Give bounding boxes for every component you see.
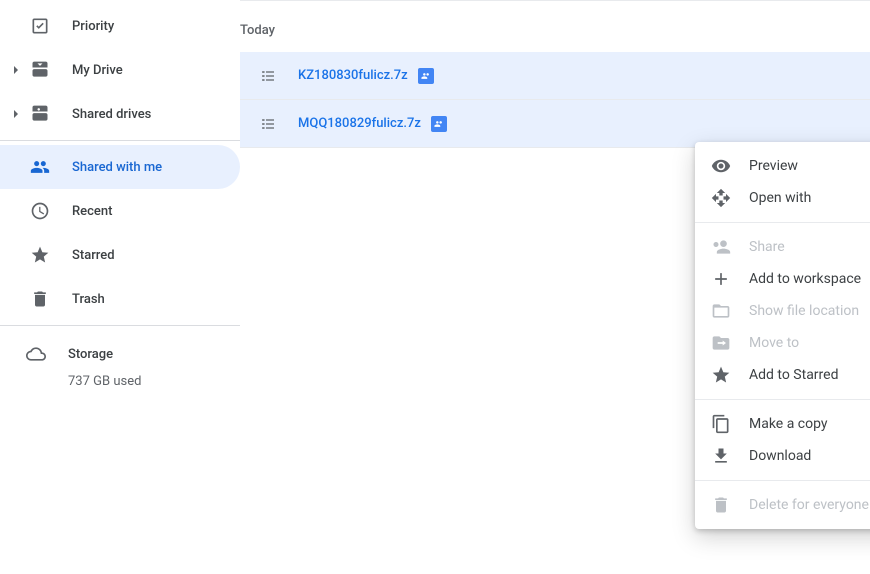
sidebar-item-label: Priority [72,19,114,34]
expand-arrow-icon[interactable] [8,66,24,74]
recent-icon [28,199,52,223]
ctx-download[interactable]: Download [695,440,870,472]
sidebar-item-label: Starred [72,248,115,263]
file-row[interactable]: KZ180830fulicz.7z [240,52,870,100]
share-icon [711,237,731,257]
sidebar-item-trash[interactable]: Trash [0,277,240,321]
ctx-label: Open with [749,190,870,206]
priority-icon [28,14,52,38]
ctx-delete-for-everyone: Delete for everyone [695,489,870,521]
file-name: MQQ180829fulicz.7z [298,116,421,131]
ctx-move-to: Move to [695,327,870,359]
sidebar-item-shared-drives[interactable]: Shared drives [0,92,240,136]
sidebar-item-label: Shared drives [72,107,151,122]
ctx-open-with[interactable]: Open with [695,182,870,214]
ctx-label: Download [749,448,870,464]
folder-icon [711,301,731,321]
open-with-icon [711,188,731,208]
file-name: KZ180830fulicz.7z [298,68,408,83]
move-to-icon [711,333,731,353]
my-drive-icon [28,58,52,82]
file-list: KZ180830fulicz.7z MQQ180829fulicz.7z [240,52,870,148]
ctx-label: Share [749,239,870,255]
sidebar: Priority My Drive Shared drives [0,0,240,574]
ctx-label: Delete for everyone [749,497,870,513]
cloud-icon [24,342,48,366]
sidebar-item-label: My Drive [72,63,123,78]
eye-icon [711,156,731,176]
storage-title: Storage [68,347,113,362]
sidebar-item-recent[interactable]: Recent [0,189,240,233]
plus-icon [711,269,731,289]
sidebar-item-starred[interactable]: Starred [0,233,240,277]
ctx-show-file-location: Show file location [695,295,870,327]
sidebar-item-label: Shared with me [72,160,162,175]
ctx-separator [695,480,870,481]
star-icon [711,365,731,385]
sidebar-item-shared-with-me[interactable]: Shared with me [0,145,240,189]
main-content: Today KZ180830fulicz.7z MQQ180829fulicz.… [240,0,870,574]
ctx-label: Preview [749,158,870,174]
app-root: Priority My Drive Shared drives [0,0,870,574]
storage-used: 737 GB used [68,374,240,389]
file-type-icon [260,116,280,132]
ctx-make-a-copy[interactable]: Make a copy [695,408,870,440]
file-type-icon [260,68,280,84]
shared-drives-icon [28,102,52,126]
trash-icon [28,287,52,311]
download-icon [711,446,731,466]
context-menu: Preview Open with Share [695,142,870,529]
sidebar-item-label: Recent [72,204,112,219]
ctx-label: Move to [749,335,870,351]
ctx-share: Share [695,231,870,263]
ctx-preview[interactable]: Preview [695,150,870,182]
ctx-label: Add to workspace [749,271,870,287]
ctx-separator [695,399,870,400]
ctx-label: Add to Starred [749,367,870,383]
divider [0,325,240,326]
sidebar-item-priority[interactable]: Priority [0,4,240,48]
sidebar-storage[interactable]: Storage 737 GB used [0,330,240,389]
shared-badge-icon [418,68,434,84]
sidebar-item-label: Trash [72,292,105,307]
ctx-label: Make a copy [749,416,870,432]
starred-icon [28,243,52,267]
ctx-label: Show file location [749,303,870,319]
section-heading: Today [240,23,870,38]
ctx-add-to-starred[interactable]: Add to Starred [695,359,870,391]
ctx-separator [695,222,870,223]
expand-arrow-icon[interactable] [8,110,24,118]
divider [0,140,240,141]
trash-icon [711,495,731,515]
copy-icon [711,414,731,434]
file-row[interactable]: MQQ180829fulicz.7z [240,100,870,148]
ctx-add-to-workspace[interactable]: Add to workspace [695,263,870,295]
shared-badge-icon [431,116,447,132]
sidebar-item-my-drive[interactable]: My Drive [0,48,240,92]
shared-with-me-icon [28,155,52,179]
